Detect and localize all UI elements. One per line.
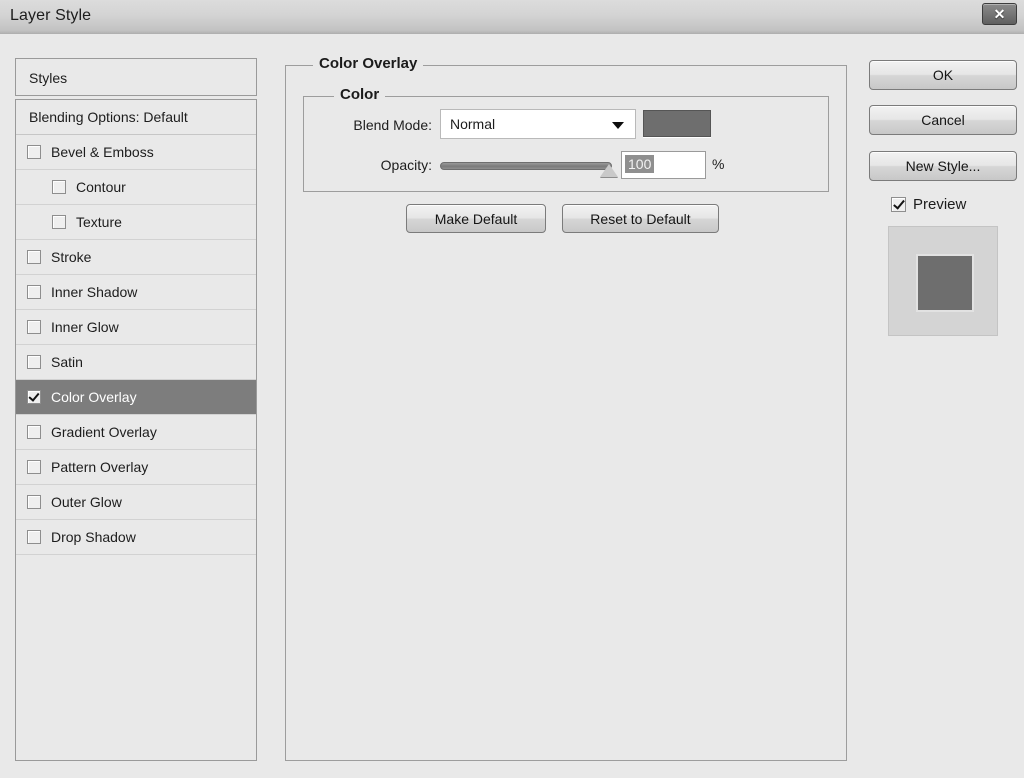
- preview-checkbox-wrapper[interactable]: Preview: [891, 196, 966, 213]
- blend-mode-select[interactable]: Normal: [440, 109, 636, 139]
- opacity-input[interactable]: 100: [621, 151, 706, 179]
- ok-button[interactable]: OK: [869, 60, 1017, 90]
- reset-to-default-button[interactable]: Reset to Default: [562, 204, 719, 233]
- effect-checkbox[interactable]: [27, 285, 41, 299]
- styles-header: Styles: [15, 58, 257, 96]
- sidebar-item-label: Satin: [51, 354, 83, 370]
- sidebar-item-label: Outer Glow: [51, 494, 122, 510]
- make-default-button[interactable]: Make Default: [406, 204, 546, 233]
- sidebar-item-blending-options-default[interactable]: Blending Options: Default: [16, 100, 256, 135]
- opacity-unit: %: [712, 156, 725, 172]
- styles-header-label: Styles: [29, 70, 68, 86]
- preview-thumbnail: [888, 226, 998, 336]
- blend-mode-value: Normal: [450, 116, 496, 132]
- window-title: Layer Style: [10, 7, 92, 24]
- sidebar-item-stroke[interactable]: Stroke: [16, 240, 256, 275]
- effect-checkbox[interactable]: [27, 320, 41, 334]
- close-button[interactable]: ✕: [982, 3, 1017, 25]
- effect-checkbox[interactable]: [27, 425, 41, 439]
- sidebar-item-inner-shadow[interactable]: Inner Shadow: [16, 275, 256, 310]
- sidebar-item-color-overlay[interactable]: Color Overlay: [16, 380, 256, 415]
- color-group-title: Color: [334, 86, 386, 103]
- sidebar-item-label: Inner Glow: [51, 319, 119, 335]
- sidebar-item-outer-glow[interactable]: Outer Glow: [16, 485, 256, 520]
- sidebar-item-label: Contour: [76, 179, 126, 195]
- sidebar-item-label: Pattern Overlay: [51, 459, 149, 475]
- cancel-button[interactable]: Cancel: [869, 105, 1017, 135]
- sidebar-item-label: Gradient Overlay: [51, 424, 157, 440]
- effect-checkbox[interactable]: [27, 145, 41, 159]
- sidebar-item-inner-glow[interactable]: Inner Glow: [16, 310, 256, 345]
- sidebar-item-label: Drop Shadow: [51, 529, 136, 545]
- color-swatch[interactable]: [643, 110, 711, 137]
- sidebar-item-bevel-emboss[interactable]: Bevel & Emboss: [16, 135, 256, 170]
- sidebar-item-gradient-overlay[interactable]: Gradient Overlay: [16, 415, 256, 450]
- sidebar-item-label: Inner Shadow: [51, 284, 138, 300]
- preview-checkbox[interactable]: [891, 197, 906, 212]
- color-overlay-group-title: Color Overlay: [313, 55, 424, 72]
- preview-label: Preview: [913, 196, 967, 213]
- sidebar-item-satin[interactable]: Satin: [16, 345, 256, 380]
- new-style-button[interactable]: New Style...: [869, 151, 1017, 181]
- sidebar-item-label: Color Overlay: [51, 389, 137, 405]
- sidebar-item-label: Stroke: [51, 249, 92, 265]
- blend-mode-label: Blend Mode:: [353, 117, 432, 133]
- effect-checkbox[interactable]: [27, 250, 41, 264]
- effect-checkbox[interactable]: [27, 390, 41, 404]
- opacity-label: Opacity:: [380, 157, 432, 173]
- effect-checkbox[interactable]: [27, 460, 41, 474]
- opacity-slider-thumb[interactable]: [600, 164, 618, 177]
- opacity-slider[interactable]: [440, 162, 618, 177]
- chevron-down-icon: [612, 122, 624, 129]
- preview-thumbnail-shape: [916, 254, 974, 312]
- effect-checkbox[interactable]: [52, 215, 66, 229]
- effect-checkbox[interactable]: [52, 180, 66, 194]
- effect-checkbox[interactable]: [27, 495, 41, 509]
- effect-checkbox[interactable]: [27, 355, 41, 369]
- sidebar-item-contour[interactable]: Contour: [16, 170, 256, 205]
- title-bar: Layer Style ✕: [0, 0, 1024, 34]
- sidebar-item-texture[interactable]: Texture: [16, 205, 256, 240]
- sidebar-item-label: Bevel & Emboss: [51, 144, 154, 160]
- sidebar-item-drop-shadow[interactable]: Drop Shadow: [16, 520, 256, 555]
- sidebar-item-label: Texture: [76, 214, 122, 230]
- opacity-slider-track: [440, 162, 612, 170]
- opacity-value: 100: [625, 155, 655, 173]
- sidebar-item-pattern-overlay[interactable]: Pattern Overlay: [16, 450, 256, 485]
- layer-style-dialog: Layer Style ✕ Styles Blending Options: D…: [0, 0, 1024, 778]
- sidebar-item-label: Blending Options: Default: [29, 109, 188, 125]
- styles-list[interactable]: Blending Options: Default Bevel & Emboss C…: [15, 99, 257, 761]
- close-icon: ✕: [993, 6, 1006, 22]
- effect-checkbox[interactable]: [27, 530, 41, 544]
